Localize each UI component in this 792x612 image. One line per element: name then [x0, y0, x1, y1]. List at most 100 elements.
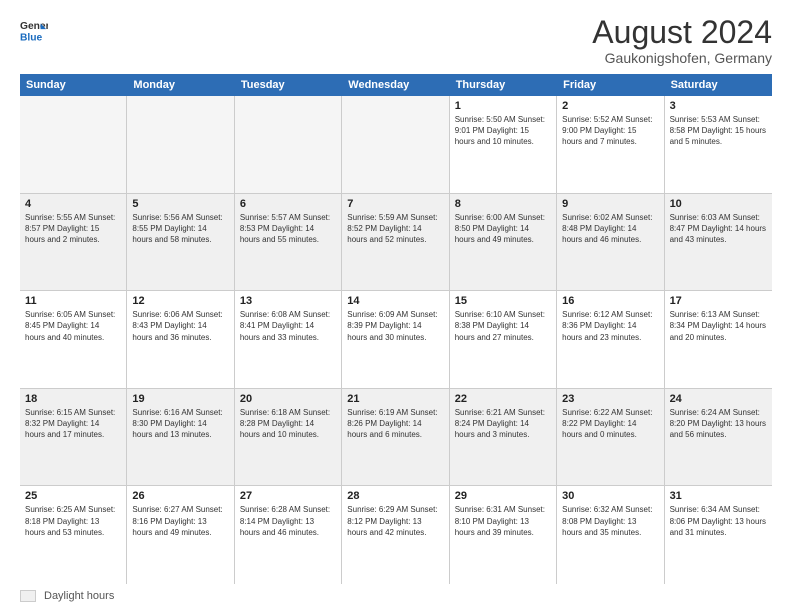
day-number: 19 — [132, 393, 228, 405]
cal-cell-w5-d3: 27 Sunrise: 6:28 AM Sunset: 8:14 PM Dayli… — [235, 486, 342, 584]
cal-cell-w1-d4 — [342, 96, 449, 193]
day-info: Sunrise: 6:12 AM Sunset: 8:36 PM Dayligh… — [562, 309, 658, 343]
header-saturday: Saturday — [665, 74, 772, 96]
calendar: Sunday Monday Tuesday Wednesday Thursday… — [20, 74, 772, 584]
day-info: Sunrise: 5:53 AM Sunset: 8:58 PM Dayligh… — [670, 114, 767, 148]
week-row-1: 1 Sunrise: 5:50 AM Sunset: 9:01 PM Daylig… — [20, 96, 772, 194]
cal-cell-w1-d7: 3 Sunrise: 5:53 AM Sunset: 8:58 PM Daylig… — [665, 96, 772, 193]
cal-cell-w3-d1: 11Sunrise: 6:05 AM Sunset: 8:45 PM Dayli… — [20, 291, 127, 388]
day-number: 16 — [562, 295, 658, 307]
cal-cell-w5-d4: 28 Sunrise: 6:29 AM Sunset: 8:12 PM Dayli… — [342, 486, 449, 584]
day-number: 9 — [562, 198, 658, 210]
cal-cell-w2-d4: 7Sunrise: 5:59 AM Sunset: 8:52 PM Daylig… — [342, 194, 449, 291]
day-info: Sunrise: 6:05 AM Sunset: 8:45 PM Dayligh… — [25, 309, 121, 343]
day-info: Sunrise: 5:56 AM Sunset: 8:55 PM Dayligh… — [132, 212, 228, 246]
cal-cell-w2-d5: 8Sunrise: 6:00 AM Sunset: 8:50 PM Daylig… — [450, 194, 557, 291]
day-info: Sunrise: 6:22 AM Sunset: 8:22 PM Dayligh… — [562, 407, 658, 441]
day-info: Sunrise: 6:31 AM Sunset: 8:10 PM Dayligh… — [455, 504, 551, 538]
day-number: 5 — [132, 198, 228, 210]
cal-cell-w1-d6: 2Sunrise: 5:52 AM Sunset: 9:00 PM Daylig… — [557, 96, 664, 193]
cal-cell-w2-d1: 4 Sunrise: 5:55 AM Sunset: 8:57 PM Daylig… — [20, 194, 127, 291]
day-number: 17 — [670, 295, 767, 307]
week-row-3: 11Sunrise: 6:05 AM Sunset: 8:45 PM Dayli… — [20, 291, 772, 389]
day-info: Sunrise: 6:19 AM Sunset: 8:26 PM Dayligh… — [347, 407, 443, 441]
day-number: 25 — [25, 490, 121, 502]
legend-color-box — [20, 590, 36, 602]
day-info: Sunrise: 6:10 AM Sunset: 8:38 PM Dayligh… — [455, 309, 551, 343]
day-number: 28 — [347, 490, 443, 502]
header-friday: Friday — [557, 74, 664, 96]
day-number: 23 — [562, 393, 658, 405]
day-info: Sunrise: 6:06 AM Sunset: 8:43 PM Dayligh… — [132, 309, 228, 343]
header: General Blue August 2024 Gaukonigshofen,… — [20, 16, 772, 66]
day-number: 3 — [670, 100, 767, 112]
day-info: Sunrise: 5:55 AM Sunset: 8:57 PM Dayligh… — [25, 212, 121, 246]
day-number: 26 — [132, 490, 228, 502]
week-row-5: 25Sunrise: 6:25 AM Sunset: 8:18 PM Dayli… — [20, 486, 772, 584]
day-info: Sunrise: 5:52 AM Sunset: 9:00 PM Dayligh… — [562, 114, 658, 148]
day-number: 31 — [670, 490, 767, 502]
header-tuesday: Tuesday — [235, 74, 342, 96]
day-info: Sunrise: 6:15 AM Sunset: 8:32 PM Dayligh… — [25, 407, 121, 441]
day-number: 18 — [25, 393, 121, 405]
cal-cell-w5-d7: 31 Sunrise: 6:34 AM Sunset: 8:06 PM Dayli… — [665, 486, 772, 584]
day-number: 24 — [670, 393, 767, 405]
cal-cell-w5-d2: 26 Sunrise: 6:27 AM Sunset: 8:16 PM Dayli… — [127, 486, 234, 584]
cal-cell-w4-d3: 20Sunrise: 6:18 AM Sunset: 8:28 PM Dayli… — [235, 389, 342, 486]
cal-cell-w1-d3 — [235, 96, 342, 193]
week-row-2: 4 Sunrise: 5:55 AM Sunset: 8:57 PM Daylig… — [20, 194, 772, 292]
cal-cell-w2-d7: 10 Sunrise: 6:03 AM Sunset: 8:47 PM Dayli… — [665, 194, 772, 291]
day-info: Sunrise: 6:27 AM Sunset: 8:16 PM Dayligh… — [132, 504, 228, 538]
cal-cell-w3-d3: 13Sunrise: 6:08 AM Sunset: 8:41 PM Dayli… — [235, 291, 342, 388]
cal-cell-w2-d2: 5 Sunrise: 5:56 AM Sunset: 8:55 PM Daylig… — [127, 194, 234, 291]
cal-cell-w5-d1: 25Sunrise: 6:25 AM Sunset: 8:18 PM Dayli… — [20, 486, 127, 584]
cal-cell-w1-d2 — [127, 96, 234, 193]
day-info: Sunrise: 6:00 AM Sunset: 8:50 PM Dayligh… — [455, 212, 551, 246]
day-number: 27 — [240, 490, 336, 502]
cal-cell-w3-d6: 16 Sunrise: 6:12 AM Sunset: 8:36 PM Dayli… — [557, 291, 664, 388]
cal-cell-w1-d1 — [20, 96, 127, 193]
day-info: Sunrise: 6:08 AM Sunset: 8:41 PM Dayligh… — [240, 309, 336, 343]
day-number: 15 — [455, 295, 551, 307]
month-year-title: August 2024 — [592, 16, 772, 48]
cal-cell-w5-d6: 30Sunrise: 6:32 AM Sunset: 8:08 PM Dayli… — [557, 486, 664, 584]
cal-cell-w2-d6: 9 Sunrise: 6:02 AM Sunset: 8:48 PM Daylig… — [557, 194, 664, 291]
day-number: 14 — [347, 295, 443, 307]
calendar-header: Sunday Monday Tuesday Wednesday Thursday… — [20, 74, 772, 96]
day-number: 20 — [240, 393, 336, 405]
day-info: Sunrise: 5:50 AM Sunset: 9:01 PM Dayligh… — [455, 114, 551, 148]
day-info: Sunrise: 6:34 AM Sunset: 8:06 PM Dayligh… — [670, 504, 767, 538]
day-info: Sunrise: 6:02 AM Sunset: 8:48 PM Dayligh… — [562, 212, 658, 246]
day-number: 29 — [455, 490, 551, 502]
logo-icon: General Blue — [20, 16, 48, 44]
day-number: 12 — [132, 295, 228, 307]
calendar-body: 1 Sunrise: 5:50 AM Sunset: 9:01 PM Daylig… — [20, 96, 772, 584]
cal-cell-w3-d2: 12 Sunrise: 6:06 AM Sunset: 8:43 PM Dayli… — [127, 291, 234, 388]
day-info: Sunrise: 6:09 AM Sunset: 8:39 PM Dayligh… — [347, 309, 443, 343]
cal-cell-w2-d3: 6Sunrise: 5:57 AM Sunset: 8:53 PM Daylig… — [235, 194, 342, 291]
day-info: Sunrise: 6:28 AM Sunset: 8:14 PM Dayligh… — [240, 504, 336, 538]
day-number: 7 — [347, 198, 443, 210]
page: General Blue August 2024 Gaukonigshofen,… — [0, 0, 792, 612]
cal-cell-w5-d5: 29 Sunrise: 6:31 AM Sunset: 8:10 PM Dayli… — [450, 486, 557, 584]
svg-text:Blue: Blue — [20, 32, 43, 43]
location-subtitle: Gaukonigshofen, Germany — [592, 50, 772, 66]
day-number: 22 — [455, 393, 551, 405]
cal-cell-w4-d4: 21Sunrise: 6:19 AM Sunset: 8:26 PM Dayli… — [342, 389, 449, 486]
day-number: 1 — [455, 100, 551, 112]
cal-cell-w4-d7: 24Sunrise: 6:24 AM Sunset: 8:20 PM Dayli… — [665, 389, 772, 486]
legend-label: Daylight hours — [44, 590, 114, 602]
day-number: 10 — [670, 198, 767, 210]
day-info: Sunrise: 6:29 AM Sunset: 8:12 PM Dayligh… — [347, 504, 443, 538]
day-info: Sunrise: 6:32 AM Sunset: 8:08 PM Dayligh… — [562, 504, 658, 538]
day-number: 4 — [25, 198, 121, 210]
day-info: Sunrise: 6:03 AM Sunset: 8:47 PM Dayligh… — [670, 212, 767, 246]
day-info: Sunrise: 6:21 AM Sunset: 8:24 PM Dayligh… — [455, 407, 551, 441]
footer: Daylight hours — [20, 590, 772, 602]
cal-cell-w3-d4: 14 Sunrise: 6:09 AM Sunset: 8:39 PM Dayli… — [342, 291, 449, 388]
cal-cell-w3-d5: 15 Sunrise: 6:10 AM Sunset: 8:38 PM Dayli… — [450, 291, 557, 388]
cal-cell-w3-d7: 17 Sunrise: 6:13 AM Sunset: 8:34 PM Dayli… — [665, 291, 772, 388]
day-info: Sunrise: 6:13 AM Sunset: 8:34 PM Dayligh… — [670, 309, 767, 343]
day-info: Sunrise: 5:57 AM Sunset: 8:53 PM Dayligh… — [240, 212, 336, 246]
header-wednesday: Wednesday — [342, 74, 449, 96]
